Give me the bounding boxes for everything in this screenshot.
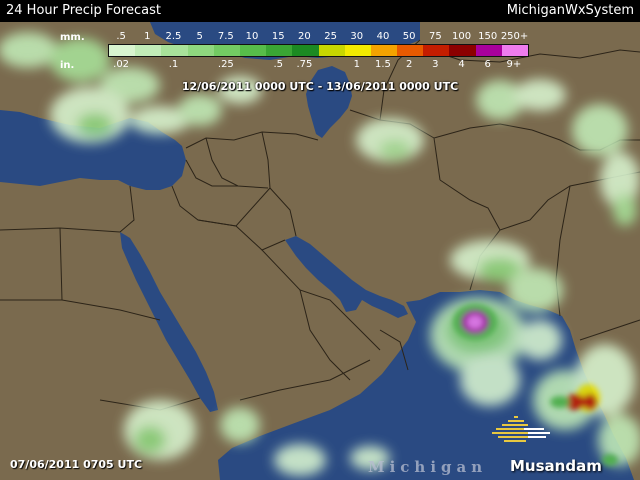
legend-label: 2.5 — [165, 31, 182, 42]
legend-swatch — [161, 45, 188, 56]
legend-label — [134, 58, 160, 72]
legend-label: 30 — [350, 31, 364, 42]
legend-swatch — [501, 45, 528, 56]
legend-mm-unit: mm. — [60, 32, 85, 43]
legend-swatch — [423, 45, 450, 56]
legend-label: 250+ — [500, 31, 529, 42]
legend-label: 150 — [478, 31, 498, 42]
legend-label: 4 — [458, 59, 465, 70]
legend-label: 50 — [402, 31, 416, 42]
legend-label: 1 — [353, 59, 360, 70]
legend-label: 15 — [271, 31, 285, 42]
legend-label: 1 — [144, 31, 151, 42]
legend-swatch — [318, 45, 345, 56]
legend-label: 10 — [245, 31, 259, 42]
legend-label — [239, 58, 265, 72]
legend-label — [318, 58, 344, 72]
legend-label: 75 — [428, 31, 442, 42]
legend-label: 20 — [298, 31, 311, 42]
valid-range-label: 12/06/2011 0000 UTC - 13/06/2011 0000 UT… — [181, 80, 459, 93]
legend-label: 25 — [324, 31, 337, 42]
legend-label — [187, 58, 213, 72]
title-bar: 24 Hour Precip Forecast MichiganWxSystem — [0, 0, 640, 22]
legend-swatch — [187, 45, 214, 56]
legend-label: .25 — [217, 59, 234, 70]
brand-label: MichiganWxSystem — [506, 3, 634, 18]
legend-label: 7.5 — [217, 31, 234, 42]
legend-label: 100 — [451, 31, 472, 42]
legend-label: 3 — [432, 59, 439, 70]
legend-label: .75 — [296, 59, 313, 70]
legend-swatch — [449, 45, 476, 56]
legend-swatch — [266, 45, 293, 56]
legend-label: 1.5 — [375, 59, 391, 70]
map-viewport: 24 Hour Precip Forecast MichiganWxSystem — [0, 0, 640, 480]
legend-swatch — [135, 45, 162, 56]
legend-swatch — [109, 45, 136, 56]
legend-swatch — [213, 45, 240, 56]
legend-label: 6 — [484, 59, 491, 70]
legend-label: .5 — [273, 59, 283, 70]
legend-swatch — [370, 45, 398, 56]
map-title: 24 Hour Precip Forecast — [6, 3, 161, 18]
legend-swatch — [292, 45, 319, 56]
legend-label: .02 — [113, 59, 130, 70]
legend-label: .1 — [168, 59, 179, 70]
legend-label: 40 — [376, 31, 390, 42]
legend-label: 9+ — [506, 59, 522, 70]
legend-swatch — [344, 45, 371, 56]
legend-label: .5 — [116, 31, 126, 42]
legend-color-bar — [108, 44, 529, 57]
legend-swatch — [397, 45, 424, 56]
legend-in-unit: in. — [60, 60, 75, 71]
legend-swatch — [239, 45, 267, 56]
legend-label: 5 — [196, 31, 203, 42]
init-time-label: 07/06/2011 0705 UTC — [10, 458, 143, 471]
legend-swatch — [475, 45, 502, 56]
musandam-logo-text: Musandam — [510, 457, 602, 475]
legend-in-labels: .02 .1 .25 .5 .75 1 1.5 2 3 4 6 9+ — [108, 58, 527, 72]
legend-label: 2 — [405, 59, 413, 70]
watermark-text: Michigan — [368, 458, 488, 476]
musandam-logo-icon — [492, 416, 550, 442]
legend-mm-labels: .5 1 2.5 5 7.5 10 15 20 25 30 40 50 75 100 150 250+ — [108, 30, 529, 44]
